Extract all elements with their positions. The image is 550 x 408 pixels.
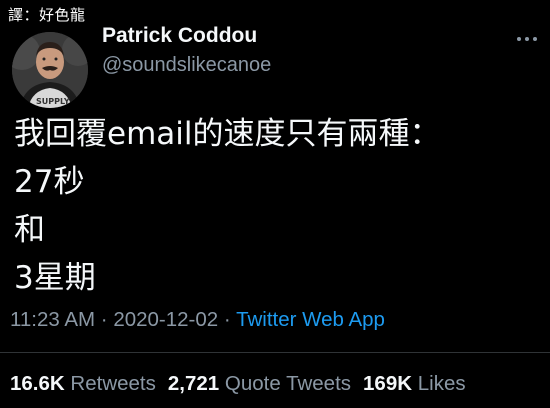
divider — [0, 352, 550, 353]
tweet-stats: 16.6K Retweets 2,721 Quote Tweets 169K Lik… — [10, 372, 466, 396]
retweets-label: Retweets — [70, 372, 156, 395]
quotes-count: 2,721 — [167, 372, 220, 395]
likes-stat[interactable]: 169K Likes — [363, 372, 466, 395]
tweet-header: SUPPLY Patrick Coddou @soundslikecanoe — [12, 24, 538, 108]
quotes-label: Quote Tweets — [224, 372, 352, 395]
retweets-count: 16.6K — [10, 372, 65, 395]
more-dots-icon[interactable] — [516, 26, 538, 47]
meta-separator: · — [100, 308, 108, 331]
likes-label: Likes — [417, 372, 466, 395]
tweet-date[interactable]: 2020-12-02 — [113, 308, 218, 331]
tweet-line: 27秒 — [14, 164, 85, 200]
tweet-line: 我回覆email的速度只有兩種： — [14, 116, 441, 152]
author-display-name[interactable]: Patrick Coddou — [102, 24, 271, 48]
tweet-line: 3星期 — [14, 260, 96, 296]
quotes-stat[interactable]: 2,721 Quote Tweets — [168, 372, 351, 395]
meta-separator: · — [223, 308, 231, 331]
avatar-shirt-text: SUPPLY — [36, 97, 70, 106]
author-handle[interactable]: @soundslikecanoe — [102, 53, 271, 77]
more-dots-icon-svg — [517, 37, 537, 41]
tweet-source-link[interactable]: Twitter Web App — [236, 308, 385, 331]
tweet-time[interactable]: 11:23 AM — [10, 308, 95, 331]
tweet-line: 和 — [14, 212, 45, 248]
tweet-meta: 11:23 AM · 2020-12-02 · Twitter Web App — [10, 308, 385, 332]
avatar[interactable]: SUPPLY — [12, 32, 88, 108]
translator-watermark: 譯：好色龍 — [8, 6, 86, 24]
avatar-image: SUPPLY — [12, 32, 88, 108]
likes-count: 169K — [363, 372, 413, 395]
retweets-stat[interactable]: 16.6K Retweets — [10, 372, 156, 395]
tweet-text: 我回覆email的速度只有兩種： 27秒 和 3星期 — [14, 110, 534, 302]
author-names: Patrick Coddou @soundslikecanoe — [102, 24, 271, 77]
